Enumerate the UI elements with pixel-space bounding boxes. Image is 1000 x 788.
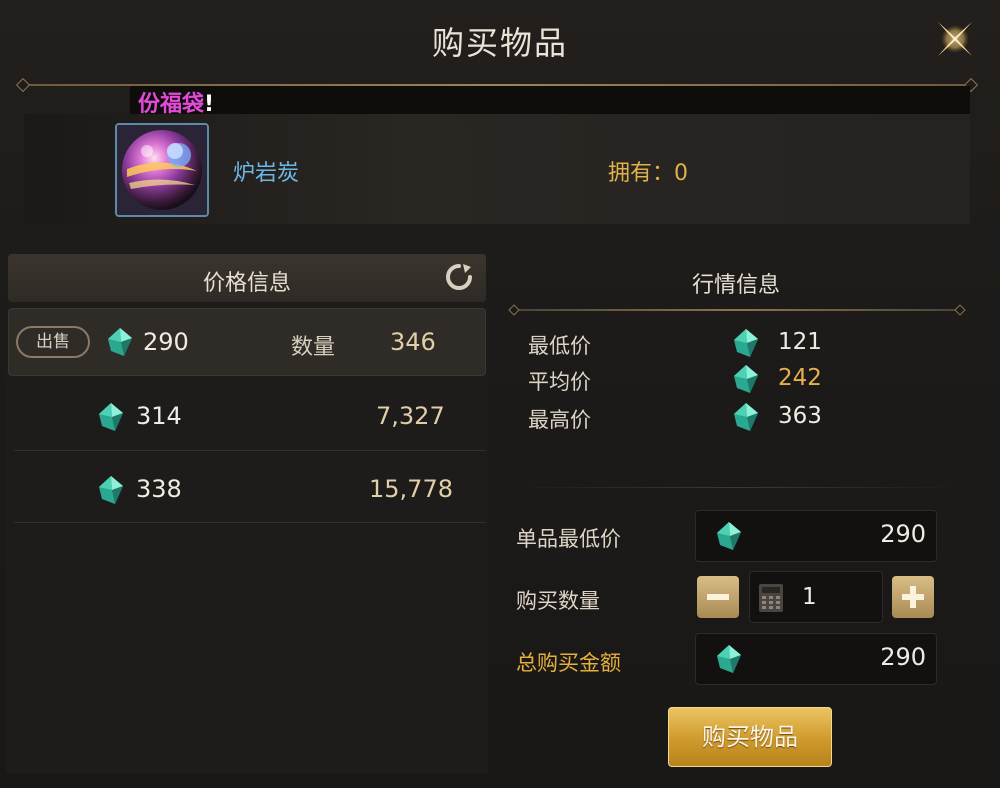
market-info-title: 行情信息 xyxy=(691,273,780,298)
row-divider xyxy=(14,450,486,451)
minus-icon[interactable] xyxy=(697,576,739,618)
close-icon[interactable] xyxy=(930,16,980,62)
price-info-title: 价格信息 xyxy=(202,271,291,296)
unit-min-price-value: 290 xyxy=(880,520,926,548)
item-orb-icon xyxy=(115,123,209,217)
quantity-value: 1 xyxy=(802,584,817,610)
gem-icon xyxy=(734,403,758,431)
lowest-price-value: 121 xyxy=(778,329,822,355)
right-divider xyxy=(514,487,960,488)
gem-icon xyxy=(99,403,123,431)
total-amount-value: 290 xyxy=(880,643,926,671)
selected-quantity: 346 xyxy=(390,328,436,356)
average-price-value: 242 xyxy=(778,365,822,391)
sell-button[interactable]: 出售 xyxy=(16,326,90,358)
quantity-label: 数量 xyxy=(291,335,336,360)
dialog-title: 购买物品 xyxy=(431,24,568,62)
gem-icon xyxy=(717,645,741,673)
gem-icon xyxy=(99,476,123,504)
calculator-icon[interactable] xyxy=(758,583,784,613)
average-price-label: 平均价 xyxy=(528,370,591,394)
price-info-header: 价格信息 xyxy=(8,254,486,302)
selected-price: 290 xyxy=(143,328,189,356)
quantity-label: 购买数量 xyxy=(516,589,600,613)
announcement-bar: 份福袋! xyxy=(130,86,970,117)
refresh-icon[interactable] xyxy=(444,262,474,292)
price-row-quantity: 15,778 xyxy=(369,475,453,503)
gem-icon xyxy=(108,328,132,356)
row-divider xyxy=(14,522,486,523)
item-name: 炉岩炭 xyxy=(233,161,300,186)
price-row-quantity: 7,327 xyxy=(376,402,445,430)
highest-price-label: 最高价 xyxy=(528,408,591,432)
unit-min-price-field: 290 xyxy=(695,510,937,562)
market-divider xyxy=(514,309,960,311)
quantity-input[interactable]: 1 xyxy=(749,571,883,623)
highest-price-value: 363 xyxy=(778,403,822,429)
buy-button[interactable]: 购买物品 xyxy=(668,707,832,767)
unit-min-price-label: 单品最低价 xyxy=(516,527,621,551)
total-amount-label: 总购买金额 xyxy=(516,651,621,675)
gem-icon xyxy=(734,365,758,393)
lowest-price-label: 最低价 xyxy=(528,334,591,358)
total-amount-field: 290 xyxy=(695,633,937,685)
owned-count: 拥有：0 xyxy=(608,161,688,186)
gem-icon xyxy=(734,329,758,357)
plus-icon[interactable] xyxy=(892,576,934,618)
gem-icon xyxy=(717,522,741,550)
price-row-price[interactable]: 338 xyxy=(136,475,182,503)
price-row-price[interactable]: 314 xyxy=(136,402,182,430)
